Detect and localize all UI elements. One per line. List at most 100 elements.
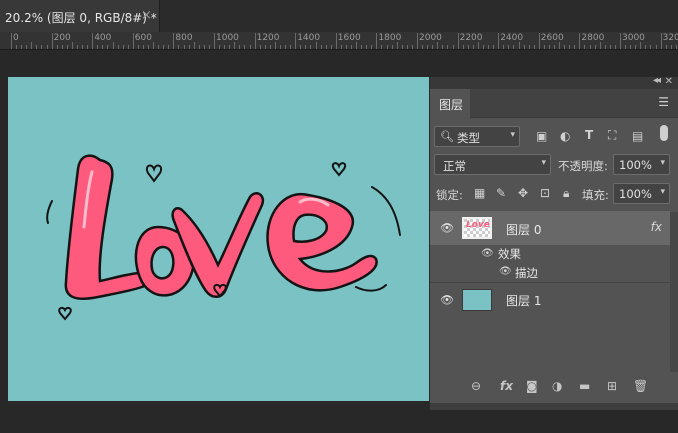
ruler-major-tick xyxy=(132,33,134,49)
document-tab[interactable]: 20.2% (图层 0, RGB/8#) * × xyxy=(0,0,160,32)
ruler-minor-tick xyxy=(401,45,403,49)
fill-field[interactable]: 100% ▾ xyxy=(613,183,670,204)
ruler-minor-tick xyxy=(640,42,642,49)
ruler-minor-tick xyxy=(274,42,276,49)
horizontal-ruler[interactable]: 0 200 400 600 800 1000 1200 1400 1600 1800 2000 220… xyxy=(0,32,678,50)
ruler-minor-tick xyxy=(71,42,73,49)
close-tab-icon[interactable]: × xyxy=(141,8,152,23)
ruler-minor-tick xyxy=(107,45,109,49)
ruler-minor-tick xyxy=(427,45,429,49)
ruler-minor-tick xyxy=(259,45,261,49)
ruler-major-tick xyxy=(457,33,459,49)
ruler-minor-tick xyxy=(16,45,18,49)
filter-select[interactable]: 🔍︎ 类型 ▾ xyxy=(434,126,520,147)
collapse-panel-icon[interactable]: ◂◂ xyxy=(653,75,661,86)
tab-layers[interactable]: 图层 xyxy=(430,89,470,118)
ruler-minor-tick xyxy=(66,45,68,49)
layer-row[interactable]: 👁︎ 图层 1 xyxy=(430,282,670,316)
ruler-minor-tick xyxy=(635,45,637,49)
ruler-label: 2200 xyxy=(459,33,483,43)
blend-mode-select[interactable]: 正常 ▾ xyxy=(434,154,551,175)
ruler-minor-tick xyxy=(224,45,226,49)
ruler-label: 1400 xyxy=(297,33,321,43)
layers-scrollbar[interactable] xyxy=(670,212,678,372)
layers-panel: ◂◂ ✕ 图层 ☰ 🔍︎ 类型 ▾ ▣ ◐ T ⛶ ▤ 正常 ▾ 不透明度: 1… xyxy=(429,75,678,410)
letter-e xyxy=(266,192,378,292)
ruler-minor-tick xyxy=(366,45,368,49)
ruler-minor-tick xyxy=(467,45,469,49)
chevron-down-icon: ▾ xyxy=(510,130,515,140)
ruler-major-tick xyxy=(173,33,175,49)
ruler-label: 600 xyxy=(134,33,152,43)
ruler-major-tick xyxy=(660,33,662,49)
ruler-minor-tick xyxy=(219,45,221,49)
mask-icon[interactable]: ◙ xyxy=(526,379,538,393)
ruler-minor-tick xyxy=(244,45,246,49)
ruler-minor-tick xyxy=(264,45,266,49)
new-layer-icon[interactable]: ⊞ xyxy=(607,379,617,393)
ruler-minor-tick xyxy=(203,45,205,49)
ruler-label: 1000 xyxy=(216,33,239,43)
fx-icon[interactable]: fx xyxy=(651,220,662,234)
ruler-minor-tick xyxy=(554,45,556,49)
effects-row[interactable]: 👁︎ 效果 xyxy=(430,245,670,262)
menu-icon[interactable]: ☰ xyxy=(658,95,669,109)
ruler-label: 800 xyxy=(175,33,193,43)
lock-brush-icon[interactable]: ✎ xyxy=(496,186,506,200)
pixel-filter-icon[interactable]: ▣ xyxy=(536,129,547,143)
layer-row[interactable]: 👁︎ Love 图层 0 fx xyxy=(430,211,670,245)
ruler-minor-tick xyxy=(137,45,139,49)
ruler-minor-tick xyxy=(548,45,550,49)
ruler-minor-tick xyxy=(229,45,231,49)
fx-icon[interactable]: fx xyxy=(500,379,513,393)
opacity-field[interactable]: 100% ▾ xyxy=(613,154,670,175)
ruler-minor-tick xyxy=(518,42,520,49)
ruler-minor-tick xyxy=(351,45,353,49)
ruler-minor-tick xyxy=(670,45,672,49)
ruler-minor-tick xyxy=(574,45,576,49)
letter-l xyxy=(64,154,149,300)
ruler-minor-tick xyxy=(447,45,449,49)
doodle-stroke xyxy=(355,284,387,292)
trash-icon[interactable]: 🗑︎ xyxy=(633,379,648,393)
ruler-minor-tick xyxy=(589,45,591,49)
link-icon[interactable]: ⊖ xyxy=(471,379,481,393)
lock-transparent-icon[interactable]: ▦ xyxy=(474,186,485,200)
ruler-minor-tick xyxy=(386,45,388,49)
opacity-label: 不透明度: xyxy=(558,159,608,173)
lock-all-icon[interactable]: 🔒︎ xyxy=(563,186,569,201)
ruler-minor-tick xyxy=(488,45,490,49)
eye-icon[interactable]: 👁︎ xyxy=(499,266,512,277)
adjustment-icon[interactable]: ◑ xyxy=(552,379,562,393)
filter-toggle-icon[interactable] xyxy=(660,125,668,141)
eye-icon[interactable]: 👁︎ xyxy=(481,248,494,259)
ruler-minor-tick xyxy=(127,45,129,49)
ruler-minor-tick xyxy=(609,45,611,49)
adjustment-filter-icon[interactable]: ◐ xyxy=(560,129,570,143)
ruler-minor-tick xyxy=(102,45,104,49)
ruler-minor-tick xyxy=(188,45,190,49)
folder-icon[interactable]: ▬ xyxy=(579,379,590,393)
lock-artboard-icon[interactable]: ⊡ xyxy=(540,186,550,200)
shape-filter-icon[interactable]: ⛶ xyxy=(608,128,616,143)
lock-move-icon[interactable]: ✥ xyxy=(518,186,528,200)
filter-label: 类型 xyxy=(457,131,480,145)
ruler-minor-tick xyxy=(442,45,444,49)
artboard[interactable]: Love xyxy=(8,77,429,401)
type-filter-icon[interactable]: T xyxy=(585,128,593,142)
ruler-minor-tick xyxy=(76,45,78,49)
ruler-label: 1200 xyxy=(256,33,280,43)
fill-label: 填充: xyxy=(582,188,609,202)
ruler-minor-tick xyxy=(625,45,627,49)
eye-icon[interactable]: 👁︎ xyxy=(440,222,454,235)
stroke-effect-row[interactable]: 👁︎ 描边 xyxy=(430,262,670,282)
ruler-minor-tick xyxy=(198,45,200,49)
ruler-minor-tick xyxy=(508,45,510,49)
ruler-minor-tick xyxy=(112,42,114,49)
ruler-minor-tick xyxy=(325,45,327,49)
close-panel-icon[interactable]: ✕ xyxy=(665,76,673,87)
eye-icon[interactable]: 👁︎ xyxy=(440,293,454,306)
ruler-minor-tick xyxy=(340,45,342,49)
smart-object-filter-icon[interactable]: ▤ xyxy=(632,129,643,143)
ruler-minor-tick xyxy=(584,45,586,49)
